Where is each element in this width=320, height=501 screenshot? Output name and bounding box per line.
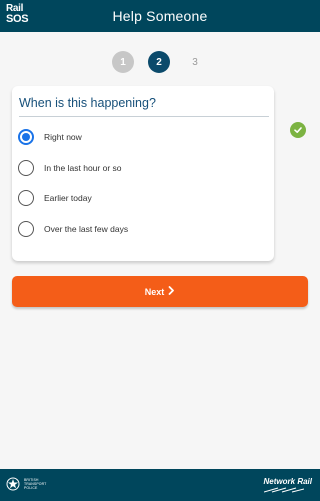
- railsos-logo: Rail SOS: [6, 3, 29, 25]
- step-1: 1: [112, 51, 134, 73]
- page-title: Help Someone: [112, 8, 208, 24]
- radio-button[interactable]: [18, 129, 34, 145]
- radio-button[interactable]: [18, 160, 34, 176]
- option-last-few-days[interactable]: Over the last few days: [18, 219, 258, 239]
- btp-logo: BRITISH TRANSPORT POLICE: [6, 476, 46, 492]
- network-rail-logo: Network Rail: [263, 477, 312, 493]
- question-card: When is this happening? Right now In the…: [12, 86, 274, 261]
- option-right-now[interactable]: Right now: [18, 127, 258, 147]
- next-button-label: Next: [144, 286, 165, 297]
- divider: [19, 116, 269, 117]
- question-title: When is this happening?: [19, 96, 156, 110]
- police-crest-icon: [6, 477, 20, 491]
- next-button[interactable]: Next: [12, 276, 308, 307]
- logo-line-2: SOS: [6, 13, 29, 25]
- option-earlier-today[interactable]: Earlier today: [18, 188, 258, 208]
- option-label: Right now: [44, 132, 82, 142]
- option-label: Earlier today: [44, 193, 92, 203]
- chevron-right-icon: [168, 285, 175, 298]
- check-circle-icon: [290, 122, 306, 138]
- step-indicator: 1 2 3: [0, 51, 320, 73]
- option-last-hour[interactable]: In the last hour or so: [18, 158, 258, 178]
- option-label: In the last hour or so: [44, 163, 122, 173]
- option-label: Over the last few days: [44, 224, 129, 234]
- btp-line-3: POLICE: [24, 486, 38, 490]
- rail-lines-icon: [263, 487, 304, 493]
- app-footer: BRITISH TRANSPORT POLICE Network Rail: [0, 469, 320, 501]
- btp-text: BRITISH TRANSPORT POLICE: [24, 478, 46, 490]
- app-header: Rail SOS Help Someone: [0, 0, 320, 32]
- step-2: 2: [148, 51, 170, 73]
- step-3: 3: [192, 56, 198, 68]
- radio-button[interactable]: [18, 221, 34, 237]
- network-rail-text: Network Rail: [263, 477, 312, 486]
- radio-button[interactable]: [18, 190, 34, 206]
